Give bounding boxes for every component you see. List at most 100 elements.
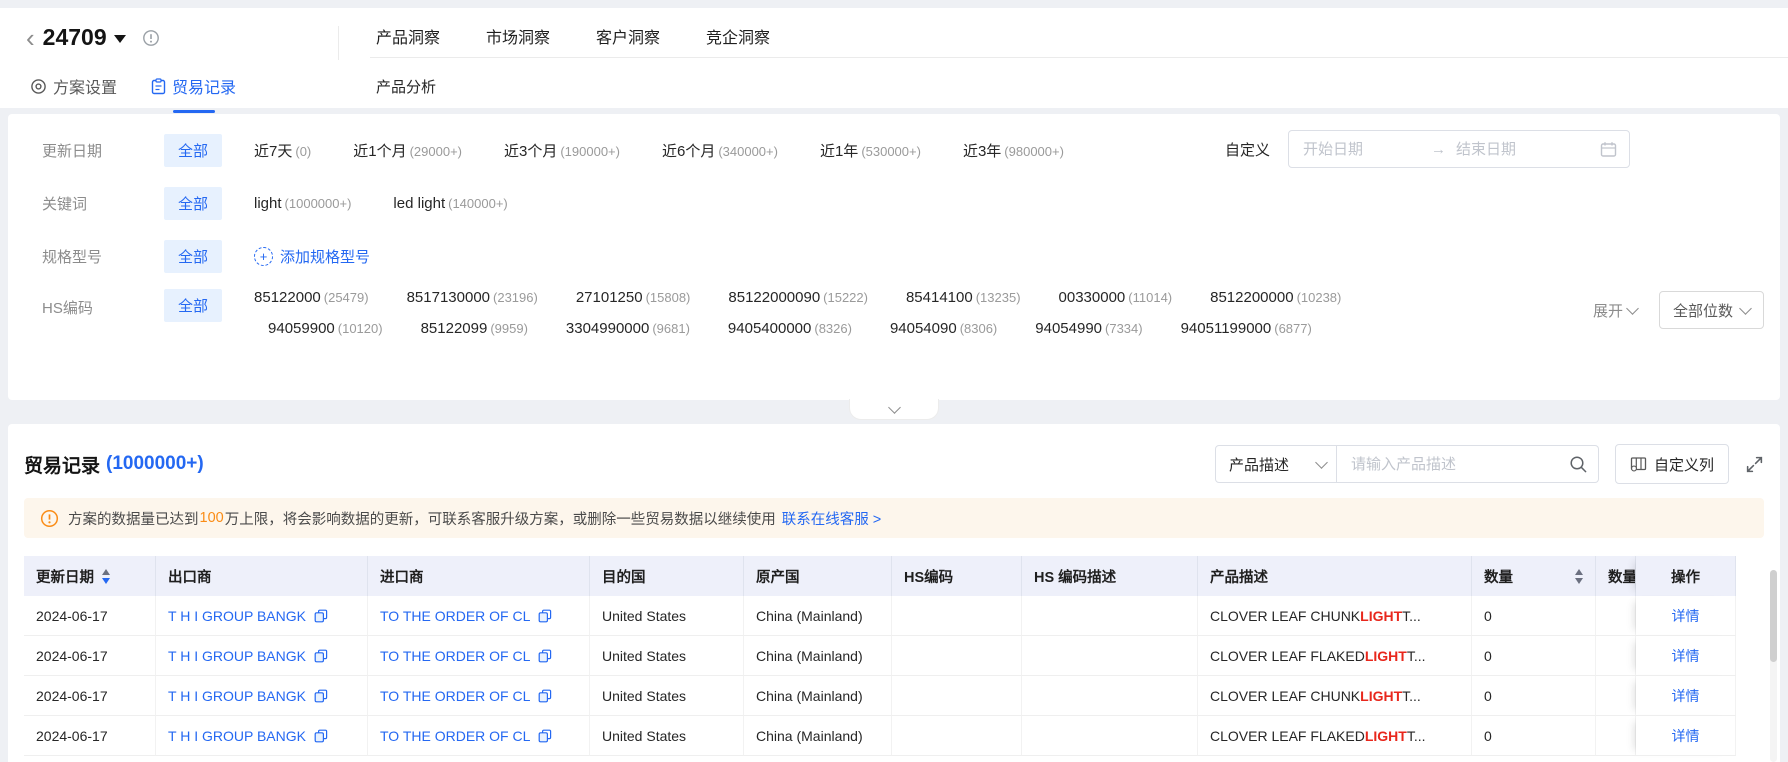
- hs-code-option[interactable]: 3304990000 (9681): [566, 320, 690, 337]
- cell-hs-desc: [1022, 676, 1198, 716]
- calendar-icon[interactable]: [1600, 141, 1617, 158]
- hs-code-option[interactable]: 00330000 (11014): [1059, 289, 1173, 306]
- filter-all-chip[interactable]: 全部: [164, 289, 223, 322]
- copy-icon[interactable]: [538, 609, 552, 623]
- tab-trade-records[interactable]: 贸易记录: [151, 74, 236, 98]
- main-tabs: 产品洞察 市场洞察 客户洞察 竞企洞察: [376, 24, 770, 48]
- col-exporter: 出口商: [156, 556, 368, 596]
- hs-code-option[interactable]: 94054090 (8306): [890, 320, 997, 337]
- cell-importer: TO THE ORDER OF CL: [368, 676, 590, 716]
- col-quantity[interactable]: 数量: [1472, 556, 1596, 596]
- cell-origin: China (Mainland): [744, 716, 892, 756]
- col-product-desc: 产品描述: [1198, 556, 1472, 596]
- search-icon[interactable]: [1569, 455, 1588, 474]
- exporter-link[interactable]: T H I GROUP BANGK: [168, 728, 306, 744]
- copy-icon[interactable]: [538, 729, 552, 743]
- search-input[interactable]: [1348, 454, 1569, 474]
- filter-all-chip[interactable]: 全部: [164, 239, 223, 273]
- filter-option-1y[interactable]: 近1年 (530000+): [820, 140, 921, 161]
- exporter-link[interactable]: T H I GROUP BANGK: [168, 608, 306, 624]
- cell-quantity: 0: [1472, 676, 1596, 716]
- tab-product-insight[interactable]: 产品洞察: [376, 24, 440, 48]
- detail-link[interactable]: 详情: [1672, 726, 1700, 746]
- importer-link[interactable]: TO THE ORDER OF CL: [380, 728, 530, 744]
- tab-label: 贸易记录: [172, 80, 237, 97]
- hs-code-option[interactable]: 8512200000 (10238): [1210, 289, 1341, 306]
- filter-all-chip[interactable]: 全部: [164, 186, 223, 220]
- cell-hs-code: [892, 676, 1022, 716]
- chevron-down-icon: [1315, 455, 1328, 469]
- detail-link[interactable]: 详情: [1672, 606, 1700, 626]
- table-row: 2024-06-17 T H I GROUP BANGK TO THE ORDE…: [24, 716, 1736, 756]
- importer-link[interactable]: TO THE ORDER OF CL: [380, 688, 530, 704]
- copy-icon[interactable]: [314, 689, 328, 703]
- sort-icon[interactable]: [1575, 568, 1583, 584]
- end-date-input[interactable]: [1454, 139, 1576, 159]
- digits-select[interactable]: 全部位数: [1658, 291, 1764, 329]
- hs-code-option[interactable]: 85122000 (25479): [254, 289, 369, 306]
- hs-code-option[interactable]: 94054990 (7334): [1035, 320, 1142, 337]
- importer-link[interactable]: TO THE ORDER OF CL: [380, 608, 530, 624]
- filter-label: 规格型号: [42, 248, 103, 266]
- customize-columns-button[interactable]: 自定义列: [1614, 444, 1729, 484]
- notice-text: 万上限，将会影响数据的更新，可联系客服升级方案，或删除一些贸易数据以继续使用: [224, 511, 776, 528]
- filter-option-1m[interactable]: 近1个月 (29000+): [353, 140, 462, 161]
- cell-hs-code: [892, 636, 1022, 676]
- filter-label: 关键词: [42, 195, 88, 213]
- detail-link[interactable]: 详情: [1672, 686, 1700, 706]
- tab-customer-insight[interactable]: 客户洞察: [596, 24, 660, 48]
- tab-market-insight[interactable]: 市场洞察: [486, 24, 550, 48]
- col-update-date[interactable]: 更新日期: [24, 556, 156, 596]
- copy-icon[interactable]: [538, 649, 552, 663]
- cell-date: 2024-06-17: [24, 716, 156, 756]
- expand-toggle[interactable]: 展开: [1593, 300, 1639, 321]
- filter-option-custom[interactable]: 自定义: [1225, 139, 1270, 160]
- tab-plan-settings[interactable]: 方案设置: [30, 74, 117, 98]
- copy-icon[interactable]: [314, 649, 328, 663]
- scrollbar-thumb[interactable]: [1770, 570, 1777, 662]
- title-dropdown-caret-icon[interactable]: [113, 35, 126, 43]
- back-icon[interactable]: ‹: [26, 25, 35, 51]
- search-field-select[interactable]: 产品描述: [1214, 445, 1337, 483]
- hs-code-option[interactable]: 85122000090 (15222): [728, 289, 868, 306]
- title-row: ‹ 24709: [26, 24, 160, 51]
- info-icon[interactable]: [142, 29, 160, 47]
- hs-code-option[interactable]: 8517130000 (23196): [407, 289, 538, 306]
- vertical-scrollbar[interactable]: [1770, 570, 1777, 762]
- contact-support-link[interactable]: 联系在线客服 >: [782, 508, 882, 529]
- filter-option-keyword[interactable]: light (1000000+): [254, 195, 351, 212]
- hs-code-option[interactable]: 9405400000 (8326): [728, 320, 852, 337]
- hs-code-option[interactable]: 94059900 (10120): [268, 320, 383, 337]
- exporter-link[interactable]: T H I GROUP BANGK: [168, 648, 306, 664]
- detail-link[interactable]: 详情: [1672, 646, 1700, 666]
- tab-product-analysis[interactable]: 产品分析: [376, 76, 436, 97]
- copy-icon[interactable]: [538, 689, 552, 703]
- filter-option-7d[interactable]: 近7天 (0): [254, 140, 311, 161]
- hs-code-option[interactable]: 85414100 (13235): [906, 289, 1021, 306]
- exporter-link[interactable]: T H I GROUP BANGK: [168, 688, 306, 704]
- importer-link[interactable]: TO THE ORDER OF CL: [380, 648, 530, 664]
- hs-code-option[interactable]: 94051199000 (6877): [1181, 320, 1312, 337]
- col-actions: 操作: [1636, 556, 1736, 596]
- hs-code-option[interactable]: 85122099 (9959): [421, 320, 528, 337]
- chevron-down-icon: [1626, 301, 1639, 315]
- filter-option-3y[interactable]: 近3年 (980000+): [963, 140, 1064, 161]
- tab-competitor-insight[interactable]: 竞企洞察: [706, 24, 770, 48]
- notice-highlight: 100: [199, 510, 224, 526]
- filter-all-chip[interactable]: 全部: [164, 133, 223, 167]
- cell-quantity: 0: [1472, 636, 1596, 676]
- filter-option-3m[interactable]: 近3个月 (190000+): [504, 140, 620, 161]
- sort-icon[interactable]: [102, 568, 110, 584]
- fullscreen-icon[interactable]: [1745, 455, 1764, 474]
- filter-option-keyword[interactable]: led light (140000+): [393, 195, 507, 212]
- filter-option-6m[interactable]: 近6个月 (340000+): [662, 140, 778, 161]
- plus-icon: +: [254, 246, 274, 266]
- collapse-filters-tab[interactable]: [849, 399, 939, 420]
- date-range-picker[interactable]: →: [1288, 130, 1630, 168]
- hs-code-option[interactable]: 27101250 (15808): [576, 289, 691, 306]
- cell-origin: China (Mainland): [744, 596, 892, 636]
- copy-icon[interactable]: [314, 729, 328, 743]
- copy-icon[interactable]: [314, 609, 328, 623]
- start-date-input[interactable]: [1301, 139, 1423, 159]
- add-spec-button[interactable]: + 添加规格型号: [254, 246, 370, 267]
